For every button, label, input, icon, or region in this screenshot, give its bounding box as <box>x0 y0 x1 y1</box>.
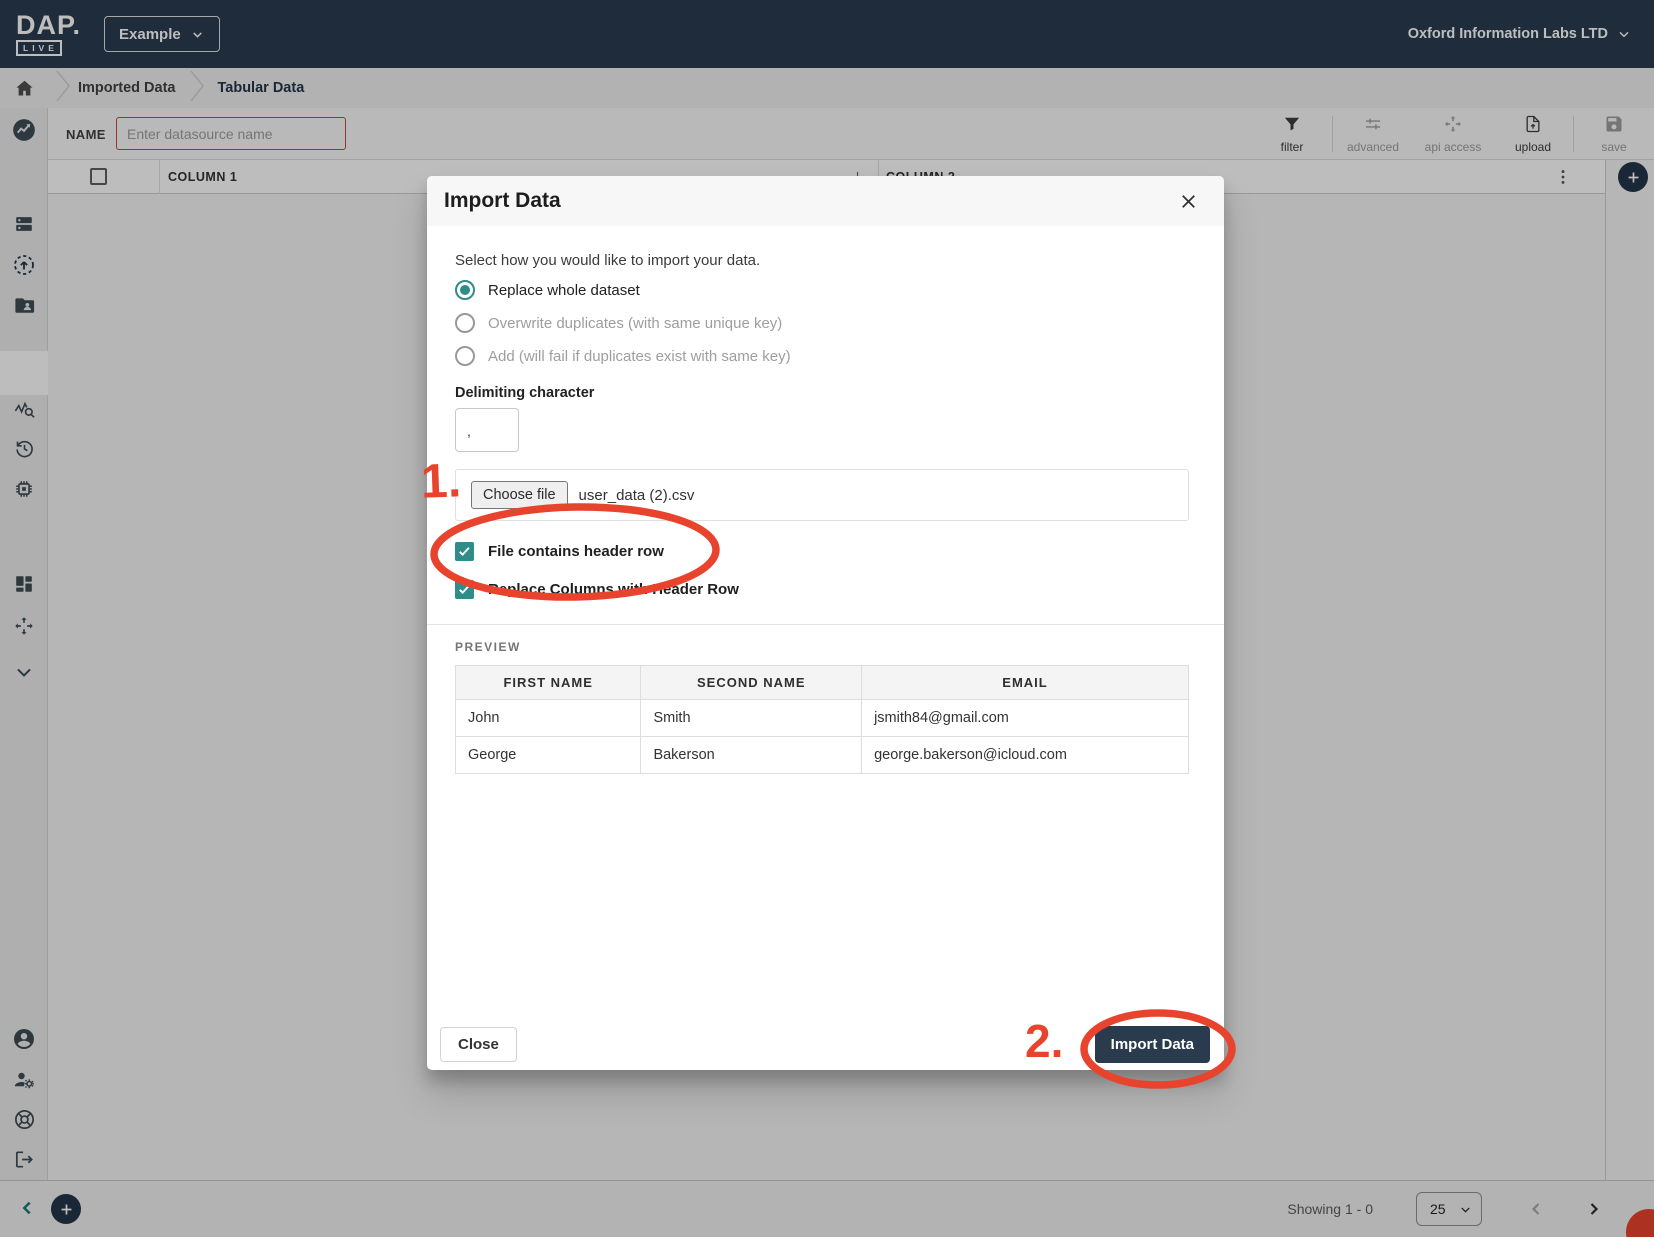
radio-add[interactable]: Add (will fail if duplicates exist with … <box>455 344 1189 368</box>
import-data-button[interactable]: Import Data <box>1095 1026 1210 1063</box>
radio-replace-whole-dataset[interactable]: Replace whole dataset <box>455 278 1189 302</box>
preview-table: FIRST NAME SECOND NAME EMAIL John Smith … <box>455 665 1189 774</box>
cell-second-name: Smith <box>641 700 862 737</box>
selected-filename: user_data (2).csv <box>579 487 695 504</box>
section-divider <box>427 624 1224 625</box>
cell-email: george.bakerson@icloud.com <box>862 737 1189 774</box>
table-row: George Bakerson george.bakerson@icloud.c… <box>456 737 1189 774</box>
checkbox-file-contains-header-row[interactable]: File contains header row <box>455 542 1189 561</box>
checkbox-replace-columns-with-header-row[interactable]: Replace Columns with Header Row <box>455 580 1189 599</box>
close-button[interactable]: Close <box>440 1027 517 1062</box>
radio-unselected-icon <box>455 313 475 333</box>
radio-selected-icon <box>455 280 475 300</box>
cell-first-name: John <box>456 700 641 737</box>
modal-title: Import Data <box>444 189 1177 213</box>
close-icon[interactable] <box>1177 190 1200 213</box>
import-data-modal: Import Data Select how you would like to… <box>427 176 1224 1070</box>
cell-first-name: George <box>456 737 641 774</box>
preview-label: PREVIEW <box>455 640 1189 654</box>
delimiter-input[interactable]: , <box>455 408 519 452</box>
modal-footer: Close Import Data <box>440 1026 1210 1063</box>
checkbox-checked-icon <box>455 580 474 599</box>
preview-header-row: FIRST NAME SECOND NAME EMAIL <box>456 666 1189 700</box>
modal-body: Select how you would like to import your… <box>427 226 1224 774</box>
cell-email: jsmith84@gmail.com <box>862 700 1189 737</box>
import-mode-intro: Select how you would like to import your… <box>455 252 1189 269</box>
checkbox-checked-icon <box>455 542 474 561</box>
table-row: John Smith jsmith84@gmail.com <box>456 700 1189 737</box>
radio-overwrite-duplicates[interactable]: Overwrite duplicates (with same unique k… <box>455 311 1189 335</box>
delimiter-label: Delimiting character <box>455 385 1189 401</box>
choose-file-button[interactable]: Choose file <box>471 481 568 509</box>
preview-col-second-name: SECOND NAME <box>641 666 862 700</box>
preview-col-email: EMAIL <box>862 666 1189 700</box>
radio-unselected-icon <box>455 346 475 366</box>
preview-col-first-name: FIRST NAME <box>456 666 641 700</box>
modal-header: Import Data <box>427 176 1224 226</box>
app-screen: DAP. LIVE Example Oxford Information Lab… <box>0 0 1654 1237</box>
cell-second-name: Bakerson <box>641 737 862 774</box>
file-input-box: Choose file user_data (2).csv <box>455 469 1189 521</box>
